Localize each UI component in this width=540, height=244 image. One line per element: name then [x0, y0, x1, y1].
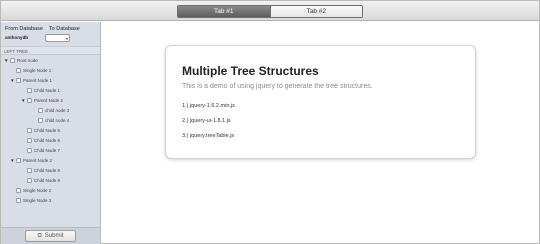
tree-node-label: Child Node 6: [34, 137, 61, 143]
tree-node-label: Child Node 5: [34, 127, 61, 133]
node-checkbox[interactable]: [27, 97, 32, 103]
tree-node-label: Parent Node 1: [23, 77, 53, 83]
from-database-label: From Database: [5, 26, 43, 32]
node-checkbox[interactable]: [27, 147, 32, 153]
tree-node-label: Child Node 7: [34, 147, 61, 153]
tree-node-label: Single Node 1: [23, 67, 52, 73]
tree-header: LEFT TREE: [1, 46, 100, 55]
node-checkbox[interactable]: [27, 167, 32, 173]
tree-node-label: Child Node 9: [34, 177, 61, 183]
node-checkbox[interactable]: [27, 87, 32, 93]
tree-node[interactable]: Child Node 7: [27, 146, 60, 154]
node-checkbox[interactable]: [16, 67, 21, 73]
tree-node-label: child node 3: [45, 107, 70, 113]
tree-node-label: child node 4: [45, 117, 70, 123]
database-labels: From Database To Database: [5, 26, 99, 32]
tree-node-label: Child Node 8: [34, 167, 61, 173]
sidebar-footer: ⧉ Submit: [1, 227, 100, 244]
node-checkbox[interactable]: [16, 157, 21, 163]
tab-1[interactable]: Tab #1: [178, 6, 270, 17]
tree-node-label: Single Node 3: [23, 197, 52, 203]
node-checkbox[interactable]: [38, 107, 43, 113]
tree-node[interactable]: Single Node 1: [16, 66, 51, 74]
tree-node[interactable]: Child Node 1: [27, 86, 60, 94]
node-checkbox[interactable]: [16, 187, 21, 193]
tree-node[interactable]: ▼ Root node: [4, 56, 38, 64]
to-database-select[interactable]: ▾: [45, 34, 70, 42]
tree-node-label: Parent Node 2: [23, 157, 53, 163]
tree-node[interactable]: Child Node 5: [27, 126, 60, 134]
node-checkbox[interactable]: [10, 57, 15, 63]
page-title: Multiple Tree Structures: [182, 64, 319, 78]
tree-node[interactable]: ▼ Parent Node 2: [21, 96, 63, 104]
tree-node[interactable]: Single Node 2: [16, 186, 51, 194]
from-database-value: anthonydb: [5, 35, 28, 40]
tree-node[interactable]: Child Node 6: [27, 136, 60, 144]
node-checkbox[interactable]: [16, 197, 21, 203]
tab-group: Tab #1 Tab #2: [177, 5, 363, 18]
sidebar: From Database To Database anthonydb ▾ LE…: [1, 22, 101, 244]
tree-node[interactable]: Child Node 8: [27, 166, 60, 174]
tree-node[interactable]: Child Node 9: [27, 176, 60, 184]
submit-icon: ⧉: [37, 232, 42, 239]
tree-node-label: Child Node 1: [34, 87, 61, 93]
app-window: Tab #1 Tab #2 From Database To Database …: [0, 0, 540, 244]
list-item: 1.) jquery-1.6.2.min.js: [182, 103, 235, 109]
node-checkbox[interactable]: [27, 127, 32, 133]
info-card: Multiple Tree Structures This is a demo …: [165, 45, 476, 159]
tree-node[interactable]: ▼ Parent Node 1: [10, 76, 52, 84]
node-checkbox[interactable]: [27, 137, 32, 143]
submit-button[interactable]: ⧉ Submit: [25, 230, 76, 242]
tree-node-label: Parent Node 2: [34, 97, 64, 103]
node-checkbox[interactable]: [38, 117, 43, 123]
tree-node[interactable]: child node 4: [38, 116, 69, 124]
submit-label: Submit: [44, 233, 64, 239]
tree-node[interactable]: child node 3: [38, 106, 69, 114]
node-checkbox[interactable]: [27, 177, 32, 183]
top-tab-bar: Tab #1 Tab #2: [1, 1, 539, 21]
chevron-down-icon: ▾: [65, 36, 68, 41]
list-item: 3.) jquery.treeTable.js: [182, 133, 235, 139]
tree-node[interactable]: ▼ Parent Node 2: [10, 156, 52, 164]
to-database-label: To Database: [48, 26, 80, 32]
database-selector: From Database To Database anthonydb ▾: [5, 26, 99, 42]
tree-node-label: Root node: [17, 57, 38, 63]
page-subtitle: This is a demo of using jquery to genera…: [182, 83, 373, 90]
tree-node[interactable]: Single Node 3: [16, 196, 51, 204]
list-item: 2.) jquery-ui-1.8.1.js: [182, 118, 231, 124]
node-checkbox[interactable]: [16, 77, 21, 83]
tab-2[interactable]: Tab #2: [269, 6, 362, 17]
tree-node-label: Single Node 2: [23, 187, 52, 193]
